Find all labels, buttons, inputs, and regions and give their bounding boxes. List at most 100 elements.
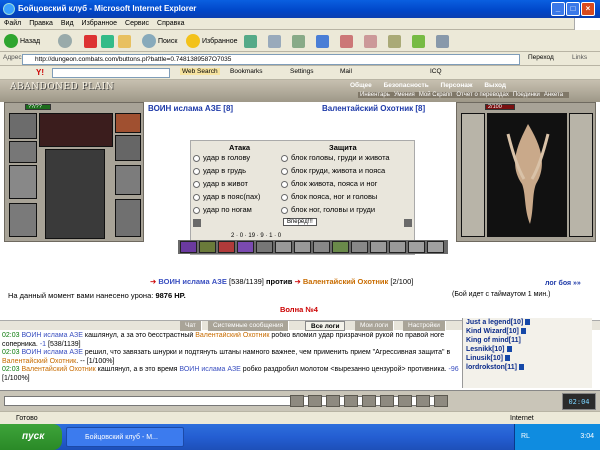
radio-icon[interactable] <box>281 154 288 162</box>
battle-log-link[interactable]: лог боя »» <box>545 280 581 287</box>
right-arrow-icon[interactable] <box>404 219 412 227</box>
icq-toolbar-button[interactable] <box>412 33 425 49</box>
user-entry[interactable]: Linusik[10] <box>466 354 592 363</box>
bookmarks-button[interactable]: Bookmarks <box>230 68 263 75</box>
versus-player[interactable]: ВОИН ислама АЗЕ <box>158 277 227 286</box>
skill-slot[interactable] <box>427 241 444 253</box>
skill-slot[interactable] <box>218 241 235 253</box>
leggings-slot[interactable] <box>115 165 141 195</box>
forward-button[interactable] <box>58 33 72 49</box>
search-button[interactable]: Поиск <box>142 33 177 49</box>
subnav-duels[interactable]: Поединки <box>513 92 540 98</box>
chat-tool-button[interactable] <box>398 395 412 407</box>
versus-opponent[interactable]: Валентайский Охотник <box>303 277 388 286</box>
user-entry[interactable]: Lesnikk[10] <box>466 345 592 354</box>
helmet-slot[interactable] <box>9 113 37 139</box>
search-input[interactable] <box>52 68 170 78</box>
tab-system[interactable]: Системные сообщения <box>208 321 290 331</box>
nav-general[interactable]: Общее <box>350 82 372 89</box>
opponent-name[interactable]: Валентайский Охотник [8] <box>322 104 425 113</box>
tab-chat[interactable]: Чат <box>180 321 202 331</box>
radio-icon[interactable] <box>193 167 200 175</box>
subnav-inventory[interactable]: Инвентарь <box>360 92 390 98</box>
defense-option[interactable]: блок головы, груди и живота <box>281 153 390 162</box>
back-button[interactable]: Назад <box>4 33 40 49</box>
radio-icon[interactable] <box>193 154 200 162</box>
chat-tool-button[interactable] <box>308 395 322 407</box>
skill-slot[interactable] <box>351 241 368 253</box>
taskbar-ie-window[interactable]: Бойцовский клуб - M... <box>66 427 184 447</box>
attack-option[interactable]: удар в голову <box>193 153 250 162</box>
nav-character[interactable]: Персонаж <box>441 82 473 89</box>
research-button[interactable] <box>388 33 401 49</box>
icq-link[interactable]: ICQ <box>430 68 442 75</box>
radio-icon[interactable] <box>193 180 200 188</box>
minimize-button[interactable]: _ <box>551 2 565 16</box>
subnav-profile[interactable]: Анкета <box>544 92 563 98</box>
menu-tools[interactable]: Сервис <box>121 18 153 30</box>
history-button[interactable] <box>244 33 257 49</box>
language-indicator[interactable]: RL <box>521 424 530 450</box>
belt-slot[interactable] <box>115 135 141 161</box>
chat-tool-button[interactable] <box>326 395 340 407</box>
yahoo-logo-icon[interactable]: Y! <box>36 68 44 77</box>
skill-slot[interactable] <box>408 241 425 253</box>
skill-slot[interactable] <box>294 241 311 253</box>
radio-icon[interactable] <box>193 193 200 201</box>
weapon-slot[interactable] <box>9 165 37 199</box>
links-label[interactable]: Links <box>572 54 587 61</box>
chat-tool-button[interactable] <box>344 395 358 407</box>
amulet-slot[interactable] <box>115 113 141 133</box>
defense-option[interactable]: блок груди, живота и пояса <box>281 166 385 175</box>
discuss-button[interactable] <box>340 33 353 49</box>
attack-option[interactable]: удар в живот <box>193 179 248 188</box>
menu-help[interactable]: Справка <box>153 18 188 30</box>
gloves-slot[interactable] <box>9 141 37 163</box>
tab-my-logs[interactable]: Мои логи <box>355 321 395 331</box>
skill-slot[interactable] <box>180 241 197 253</box>
menu-file[interactable]: Файл <box>0 18 25 30</box>
subnav-transfers[interactable]: Отчет о переводах <box>456 92 509 98</box>
skill-slot[interactable] <box>256 241 273 253</box>
settings-button[interactable]: Settings <box>290 68 314 75</box>
address-input[interactable]: http://dungeon.combats.com/buttons.pl?ba… <box>22 54 520 65</box>
skill-slot[interactable] <box>332 241 349 253</box>
defense-option[interactable]: блок пояса, ног и головы <box>281 192 377 201</box>
skill-slot[interactable] <box>389 241 406 253</box>
refresh-button[interactable] <box>101 33 114 49</box>
chat-tool-button[interactable] <box>434 395 448 407</box>
attack-option[interactable]: удар в пояс(пах) <box>193 192 260 201</box>
nav-exit[interactable]: Выход <box>484 82 506 89</box>
subnav-scrap[interactable]: Мой Скрапп <box>419 92 453 98</box>
skill-slot[interactable] <box>275 241 292 253</box>
user-entry[interactable]: Just a legend[10] <box>466 318 592 327</box>
defense-option[interactable]: блок ног, головы и груди <box>281 205 375 214</box>
web-search-button[interactable]: Web Search <box>180 68 220 75</box>
tab-all-logs[interactable]: Все логи <box>305 321 346 331</box>
chat-input[interactable] <box>4 396 444 406</box>
radio-icon[interactable] <box>193 206 200 214</box>
nav-security[interactable]: Безопасность <box>384 82 429 89</box>
user-entry[interactable]: King of mind[11] <box>466 336 592 345</box>
home-button[interactable] <box>118 33 131 49</box>
left-arrow-icon[interactable] <box>193 219 201 227</box>
radio-icon[interactable] <box>281 206 288 214</box>
favorites-button[interactable]: Избранное <box>186 33 237 49</box>
print-button[interactable] <box>292 33 305 49</box>
rings-slot[interactable] <box>39 113 113 147</box>
skill-slot[interactable] <box>237 241 254 253</box>
go-button[interactable]: Переход <box>528 54 554 61</box>
radio-icon[interactable] <box>281 167 288 175</box>
subnav-skills[interactable]: Умения <box>394 92 415 98</box>
radio-icon[interactable] <box>281 180 288 188</box>
attack-option[interactable]: удар по ногам <box>193 205 252 214</box>
chat-tool-button[interactable] <box>416 395 430 407</box>
start-button[interactable]: пуск <box>0 424 62 450</box>
close-button[interactable]: × <box>581 2 595 16</box>
defense-option[interactable]: блок живота, пояса и ног <box>281 179 377 188</box>
user-entry[interactable]: Kind Wizard[10] <box>466 327 592 336</box>
chat-tool-button[interactable] <box>290 395 304 407</box>
chat-tool-button[interactable] <box>362 395 376 407</box>
radio-icon[interactable] <box>281 193 288 201</box>
tab-settings[interactable]: Настройки <box>403 321 446 331</box>
